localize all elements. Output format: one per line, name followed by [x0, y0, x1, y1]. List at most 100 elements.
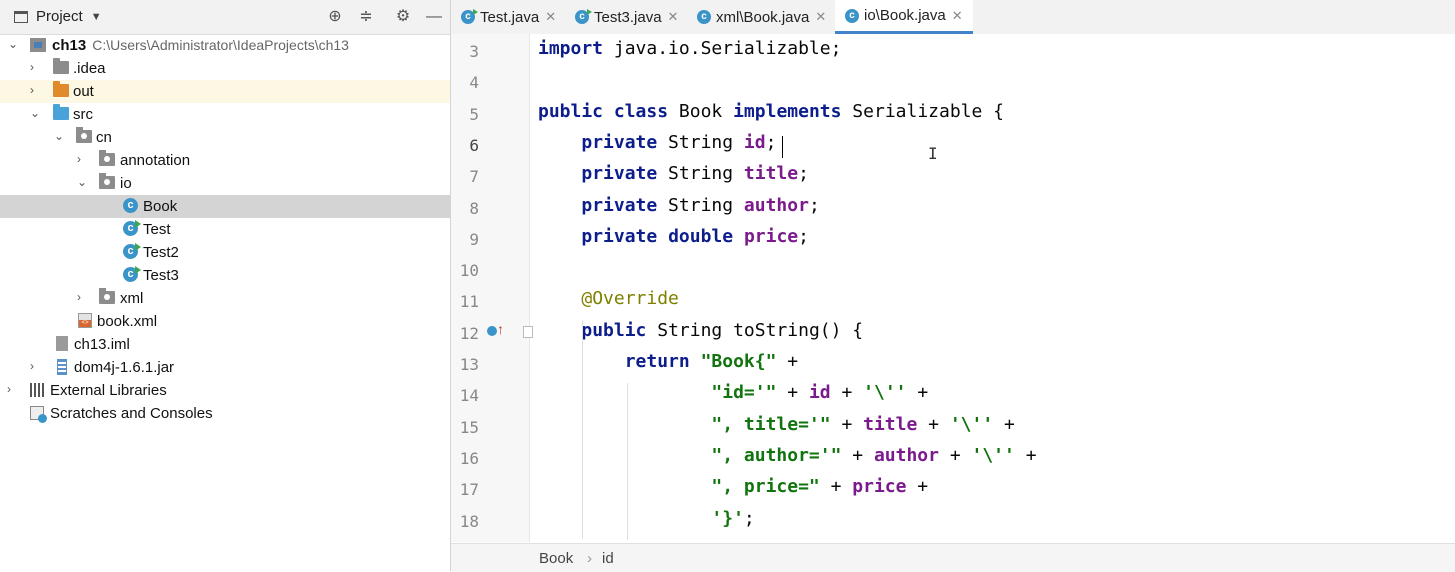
minimize-icon[interactable]: — [424, 7, 444, 27]
tree-item-book[interactable]: c Book [0, 195, 450, 218]
tree-item-label: annotation [120, 152, 191, 169]
scratches-icon [30, 406, 47, 423]
code-line[interactable]: private String id; [538, 132, 776, 153]
code-line[interactable]: public String toString() { [538, 320, 863, 341]
line-number: 14 [459, 386, 479, 406]
line-number: 10 [459, 261, 479, 281]
code-line[interactable]: public class Book implements Serializabl… [538, 101, 1004, 122]
close-icon[interactable]: ✕ [545, 9, 556, 25]
tree-item-ch13[interactable]: ⌄ ch13 C:\Users\Administrator\IdeaProject… [0, 34, 450, 57]
class-icon: c [845, 8, 859, 23]
text-cursor-icon: I [928, 144, 938, 163]
code-line[interactable]: ", price=" + price + [538, 476, 928, 497]
tab-label: Test.java [480, 8, 540, 26]
chevron-right-icon[interactable]: › [30, 359, 42, 373]
chevron-right-icon[interactable]: › [77, 290, 89, 304]
breadcrumb-item-id[interactable]: id [602, 550, 614, 567]
package-icon [99, 173, 115, 189]
tree-item-label: .idea [73, 60, 106, 77]
chevron-right-icon[interactable]: › [30, 60, 42, 74]
tree-item-xml[interactable]: › xml [0, 287, 450, 310]
tree-item-external-libraries[interactable]: › External Libraries [0, 379, 450, 402]
tree-item-label: Book [143, 198, 178, 215]
tree-item-label: xml [120, 290, 144, 307]
chevron-right-icon[interactable]: › [7, 382, 19, 396]
code-line[interactable]: @Override [538, 288, 679, 309]
code-line[interactable]: ", title='" + title + '\'' + [538, 414, 1014, 435]
override-method-icon[interactable] [487, 326, 497, 336]
tree-item-io[interactable]: ⌄ io [0, 172, 450, 195]
libraries-icon [30, 383, 46, 397]
chevron-down-icon[interactable]: ⌄ [77, 175, 89, 189]
chevron-down-icon[interactable]: ⌄ [54, 129, 66, 143]
runnable-class-icon: c [123, 266, 141, 282]
gear-icon[interactable]: ⚙ [393, 7, 413, 27]
project-view-selector[interactable]: Project ▼ [14, 8, 102, 25]
close-icon[interactable]: ✕ [952, 8, 963, 24]
indent-guide [582, 320, 583, 540]
chevron-right-icon[interactable]: › [77, 152, 89, 166]
chevron-down-icon[interactable]: ⌄ [30, 106, 42, 120]
tree-item-annotation[interactable]: › annotation [0, 149, 450, 172]
tree-item-label: Test [143, 221, 171, 238]
tab-io-book-java[interactable]: c io\Book.java ✕ [835, 0, 973, 34]
close-icon[interactable]: ✕ [668, 9, 679, 25]
class-icon: c [697, 10, 711, 24]
code-line[interactable]: private String title; [538, 163, 809, 184]
code-line[interactable]: "id='" + id + '\'' + [538, 382, 928, 403]
tree-item-test[interactable]: c Test [0, 218, 450, 241]
tree-item-idea[interactable]: › .idea [0, 57, 450, 80]
project-panel-header: Project ▼ ⊕ ≑ ⚙ — [0, 0, 450, 35]
project-path: C:\Users\Administrator\IdeaProjects\ch13 [92, 37, 349, 53]
tree-item-label: External Libraries [50, 382, 167, 399]
excluded-folder-icon [53, 81, 69, 97]
line-number: 16 [459, 448, 479, 468]
package-icon [76, 127, 92, 143]
code-line[interactable]: private double price; [538, 226, 809, 247]
runnable-class-icon: c [575, 9, 592, 24]
tab-test3-java[interactable]: c Test3.java ✕ [575, 0, 678, 34]
tree-item-cn[interactable]: ⌄ cn [0, 126, 450, 149]
tree-item-scratches[interactable]: Scratches and Consoles [0, 402, 450, 425]
tree-item-label: src [73, 106, 93, 123]
tab-xml-book-java[interactable]: c xml\Book.java ✕ [697, 0, 826, 34]
tree-item-dom4j-jar[interactable]: › dom4j-1.6.1.jar [0, 356, 450, 379]
line-number: 18 [459, 511, 479, 531]
tree-item-label: out [73, 83, 94, 100]
line-number: 12 [459, 323, 479, 343]
breadcrumb-item-book[interactable]: Book [539, 550, 573, 567]
code-editor[interactable]: import java.io.Serializable; public class… [530, 34, 1455, 542]
runnable-class-icon: c [123, 220, 141, 236]
line-number: 6 [469, 135, 479, 155]
chevron-right-icon[interactable]: › [30, 83, 42, 97]
tab-test-java[interactable]: c Test.java ✕ [461, 0, 556, 34]
code-line[interactable]: '}'; [538, 508, 754, 529]
code-line[interactable]: private String author; [538, 195, 819, 216]
arrow-up-icon[interactable]: ↑ [497, 322, 504, 336]
project-panel: Project ▼ ⊕ ≑ ⚙ — ⌄ ch13 C:\Users\Adminis… [0, 0, 451, 571]
tree-item-book-xml[interactable]: book.xml [0, 310, 450, 333]
tree-item-label: ch13.iml [74, 336, 130, 353]
locate-icon[interactable]: ⊕ [325, 7, 345, 27]
line-number: 11 [459, 292, 479, 312]
tree-item-src[interactable]: ⌄ src [0, 103, 450, 126]
tree-item-label: book.xml [97, 313, 158, 330]
line-number: 4 [469, 73, 479, 93]
code-line[interactable]: return "Book{" + [538, 351, 798, 372]
editor-tab-bar: c Test.java ✕ c Test3.java ✕ c xml\Book.… [451, 0, 1455, 35]
code-line[interactable]: ", author='" + author + '\'' + [538, 445, 1036, 466]
iml-file-icon [56, 336, 68, 351]
close-icon[interactable]: ✕ [815, 9, 826, 25]
fold-marker-icon[interactable] [523, 326, 533, 338]
breadcrumb: Book › id [451, 543, 1455, 572]
tree-item-label: cn [96, 129, 112, 146]
tree-item-test3[interactable]: c Test3 [0, 264, 450, 287]
line-number: 7 [469, 167, 479, 187]
package-icon [99, 288, 115, 304]
code-line[interactable]: import java.io.Serializable; [538, 38, 841, 59]
collapse-all-icon[interactable]: ≑ [356, 7, 376, 27]
tree-item-test2[interactable]: c Test2 [0, 241, 450, 264]
tree-item-out[interactable]: › out [0, 80, 450, 103]
tree-item-ch13-iml[interactable]: ch13.iml [0, 333, 450, 356]
chevron-down-icon[interactable]: ⌄ [8, 37, 20, 51]
